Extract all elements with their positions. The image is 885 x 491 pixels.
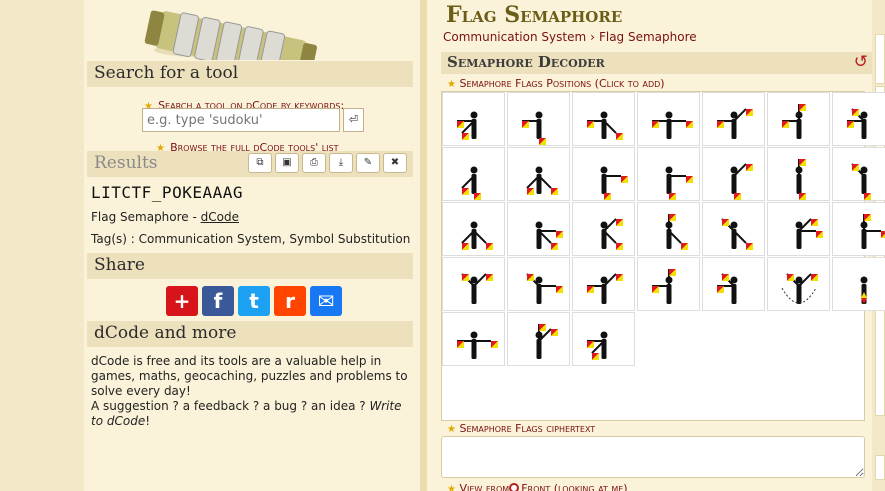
view-front-radio[interactable] (509, 483, 520, 491)
twitter-icon[interactable]: t (238, 286, 270, 316)
semaphore-flag-cell[interactable] (637, 92, 700, 146)
side-panel (875, 34, 885, 84)
results-title: Results (94, 153, 158, 173)
semaphore-flag-cell[interactable] (832, 147, 885, 201)
semaphore-flag-cell[interactable] (572, 257, 635, 311)
tool-name-line: Flag Semaphore - dCode (91, 210, 239, 224)
close-icon[interactable]: ✖ (383, 153, 407, 173)
semaphore-flag-cell[interactable] (572, 312, 635, 366)
dcode-link[interactable]: dCode (201, 210, 239, 224)
download-icon[interactable]: ⤓ (329, 153, 353, 173)
ciphertext-input[interactable] (441, 436, 865, 478)
semaphore-flag-cell[interactable] (507, 147, 570, 201)
page-title: Flag Semaphore (446, 2, 623, 28)
breadcrumb-item[interactable]: Flag Semaphore (599, 30, 697, 44)
semaphore-flag-cell[interactable] (702, 92, 765, 146)
semaphore-flag-cell[interactable] (572, 147, 635, 201)
breadcrumb-item[interactable]: Communication System (443, 30, 586, 44)
semaphore-flag-cell[interactable] (442, 257, 505, 311)
semaphore-flag-cell[interactable] (442, 147, 505, 201)
star-icon: ★ (447, 79, 456, 90)
semaphore-flag-cell[interactable] (637, 257, 700, 311)
semaphore-flag-cell[interactable] (767, 257, 830, 311)
semaphore-flag-cell[interactable] (832, 92, 885, 146)
share-section-title: Share (87, 253, 413, 279)
semaphore-flag-cell[interactable] (442, 312, 505, 366)
star-icon: ★ (447, 484, 456, 491)
ciphertext-label: ★ Semaphore Flags ciphertext (447, 422, 596, 435)
semaphore-flag-cell[interactable] (507, 92, 570, 146)
search-section-title: Search for a tool (87, 61, 413, 87)
facebook-icon[interactable]: f (202, 286, 234, 316)
result-output: LITCTF_POKEAAAG (91, 183, 243, 202)
semaphore-flag-cell[interactable] (572, 92, 635, 146)
star-icon: ★ (447, 424, 456, 435)
semaphore-flag-cell[interactable] (637, 202, 700, 256)
semaphore-flag-cell[interactable] (507, 257, 570, 311)
positions-label: ★ Semaphore Flags Positions (Click to ad… (447, 77, 665, 90)
side-panel (875, 455, 885, 480)
semaphore-flag-cell[interactable] (767, 202, 830, 256)
search-bar: ⏎ (142, 108, 364, 132)
results-toolbar: ⧉ ▣ ⎙ ⤓ ✎ ✖ (248, 153, 407, 173)
semaphore-flag-cell[interactable] (442, 202, 505, 256)
add-icon[interactable]: + (166, 286, 198, 316)
semaphore-flag-cell[interactable] (507, 312, 570, 366)
results-header: Results ⧉ ▣ ⎙ ⤓ ✎ ✖ (87, 151, 413, 177)
search-submit-button[interactable]: ⏎ (343, 108, 364, 132)
reset-icon[interactable]: ↺ (854, 52, 868, 72)
copy-icon[interactable]: ⧉ (248, 153, 272, 173)
reddit-icon[interactable]: r (274, 286, 306, 316)
decoder-title: Semaphore Decoder (447, 53, 605, 71)
page-background-left (0, 0, 84, 491)
view-option: ★ View from Front (looking at me) (447, 482, 628, 491)
semaphore-flag-cell[interactable] (832, 202, 885, 256)
save-icon[interactable]: ▣ (275, 153, 299, 173)
semaphore-flag-cell[interactable] (572, 202, 635, 256)
tags-line: Tag(s) : Communication System, Symbol Su… (91, 232, 411, 246)
semaphore-flag-cell[interactable] (637, 147, 700, 201)
semaphore-flag-cell[interactable] (702, 202, 765, 256)
semaphore-flag-cell[interactable] (767, 147, 830, 201)
semaphore-flag-cell[interactable] (702, 147, 765, 201)
decoder-header: Semaphore Decoder ↺ (441, 52, 872, 74)
dcode-logo[interactable] (84, 0, 420, 79)
mail-icon[interactable]: ✉ (310, 286, 342, 316)
breadcrumb: Communication System › Flag Semaphore (443, 30, 697, 44)
search-input[interactable] (142, 108, 340, 132)
column-gutter (420, 0, 427, 491)
pin-icon[interactable]: ✎ (356, 153, 380, 173)
semaphore-flag-cell[interactable] (702, 257, 765, 311)
semaphore-flag-cell[interactable] (832, 257, 885, 311)
semaphore-flag-cell[interactable] (507, 202, 570, 256)
share-buttons: + f t r ✉ (166, 286, 342, 316)
enter-icon: ⏎ (348, 113, 359, 126)
about-text: dCode is free and its tools are a valuab… (91, 354, 408, 428)
semaphore-flag-cell[interactable] (442, 92, 505, 146)
print-icon[interactable]: ⎙ (302, 153, 326, 173)
more-section-title: dCode and more (87, 321, 413, 347)
semaphore-flag-cell[interactable] (767, 92, 830, 146)
semaphore-grid (441, 91, 885, 421)
